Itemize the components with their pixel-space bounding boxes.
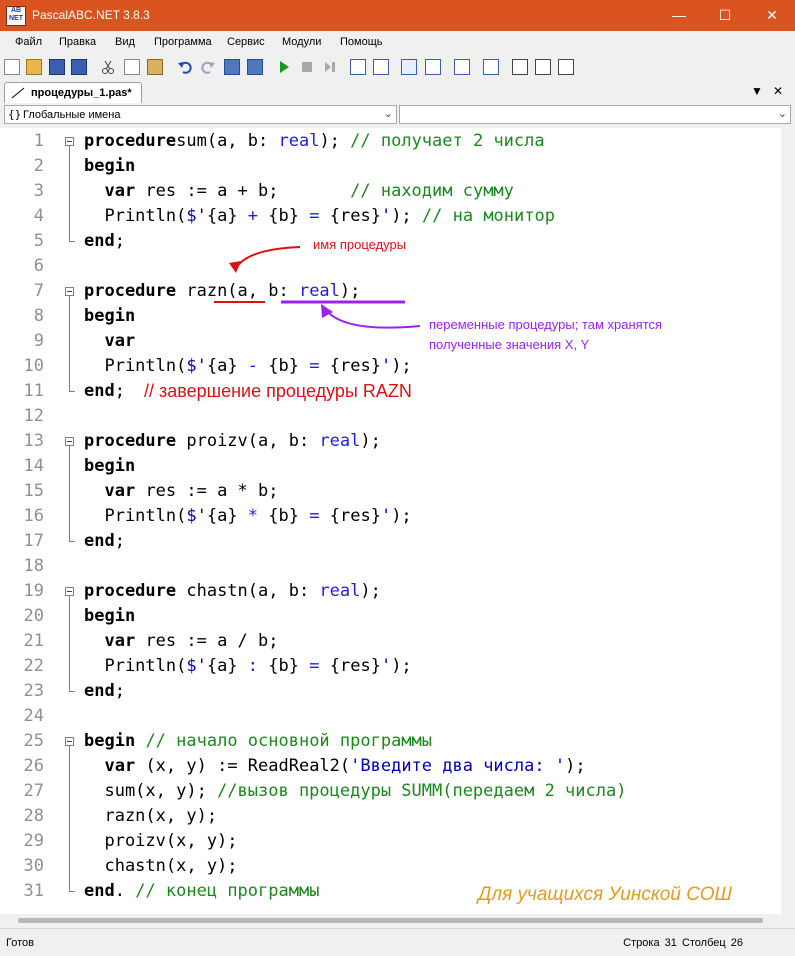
red-arrow [235,246,301,269]
watch-icon[interactable] [454,59,470,75]
status-bar: Готов Строка 31 Столбец 26 [0,928,795,956]
copy-icon[interactable] [124,59,140,75]
cursor-position: Строка 31 Столбец 26 [623,937,743,949]
file-tab-icon [11,87,25,99]
status-text: Готов [6,937,34,949]
output-window-icon[interactable] [401,59,417,75]
procedure-name-note: имя процедуры [313,237,407,252]
menu-modules[interactable]: Модули [282,36,321,48]
member-combo[interactable]: ⌄ [399,105,791,124]
menu-service[interactable]: Сервис [227,36,265,48]
app-icon: AB NET [6,6,26,26]
open-folder-icon[interactable] [26,59,42,75]
scope-combo[interactable]: {} Глобальные имена ⌄ [4,105,397,124]
tab-strip: процедуры_1.pas* ▼ ✕ [0,81,795,104]
scroll-corner [781,914,795,928]
tab-close-icon[interactable]: ✕ [773,84,783,98]
maximize-button[interactable]: ☐ [702,0,748,31]
purple-arrow [325,309,421,329]
find-icon[interactable] [224,59,240,75]
braces-icon: {} [8,108,22,121]
chevron-down-icon: ⌄ [777,108,787,120]
stop-icon[interactable] [299,59,315,75]
save-icon[interactable] [49,59,65,75]
uncomment-icon[interactable] [558,59,574,75]
parameters-note-line2: полученные значения X, Y [429,337,590,352]
parameters-note-line1: переменные процедуры; там хранятся [429,317,663,332]
close-button[interactable]: ✕ [749,0,795,31]
step-into-icon[interactable] [350,59,366,75]
cut-icon[interactable] [100,59,116,75]
menu-file[interactable]: Файл [15,36,42,48]
horizontal-scroll-thumb[interactable] [18,918,763,923]
paste-icon[interactable] [147,59,163,75]
comment-icon[interactable] [535,59,551,75]
menu-bar: Файл Правка Вид Программа Сервис Модули … [0,31,795,53]
save-all-icon[interactable] [71,59,87,75]
col-value: 26 [730,937,743,949]
new-file-icon[interactable] [4,59,20,75]
end-razn-comment: // завершение процедуры RAZN [144,381,412,401]
row-value: 31 [664,937,677,949]
row-label: Строка [623,937,660,949]
tab-dropdown-icon[interactable]: ▼ [751,84,763,98]
menu-edit[interactable]: Правка [59,36,96,48]
locals-icon[interactable] [483,59,499,75]
menu-view[interactable]: Вид [115,36,135,48]
format-code-icon[interactable] [512,59,528,75]
horizontal-scrollbar[interactable] [0,914,781,928]
navigation-bar: {} Глобальные имена ⌄ ⌄ [0,103,795,127]
scope-combo-label: Глобальные имена [23,109,121,121]
toolbar [0,53,795,82]
minimize-button[interactable]: — [656,0,702,31]
tab-procedures-file[interactable]: процедуры_1.pas* [4,82,142,104]
step-icon[interactable] [322,59,338,75]
vertical-scrollbar[interactable] [781,128,795,914]
col-label: Столбец [681,937,726,949]
code-editor[interactable]: 31 end. // конец программы 30 chastn(x, y)… [0,128,781,914]
breakpoint-icon[interactable] [425,59,441,75]
undo-icon[interactable] [177,59,193,75]
title-bar: AB NET PascalABC.NET 3.8.3 — ☐ ✕ [0,0,795,31]
watermark: Для учащихся Уинской СОШ [478,884,732,905]
step-over-icon[interactable] [373,59,389,75]
redo-icon[interactable] [200,59,216,75]
chevron-down-icon: ⌄ [383,108,393,120]
window-title: PascalABC.NET 3.8.3 [32,8,150,22]
tab-label: процедуры_1.pas* [31,87,132,99]
menu-help[interactable]: Помощь [340,36,383,48]
replace-icon[interactable] [247,59,263,75]
run-icon[interactable] [276,59,292,75]
menu-program[interactable]: Программа [154,36,212,48]
red-arrowhead [229,261,241,273]
